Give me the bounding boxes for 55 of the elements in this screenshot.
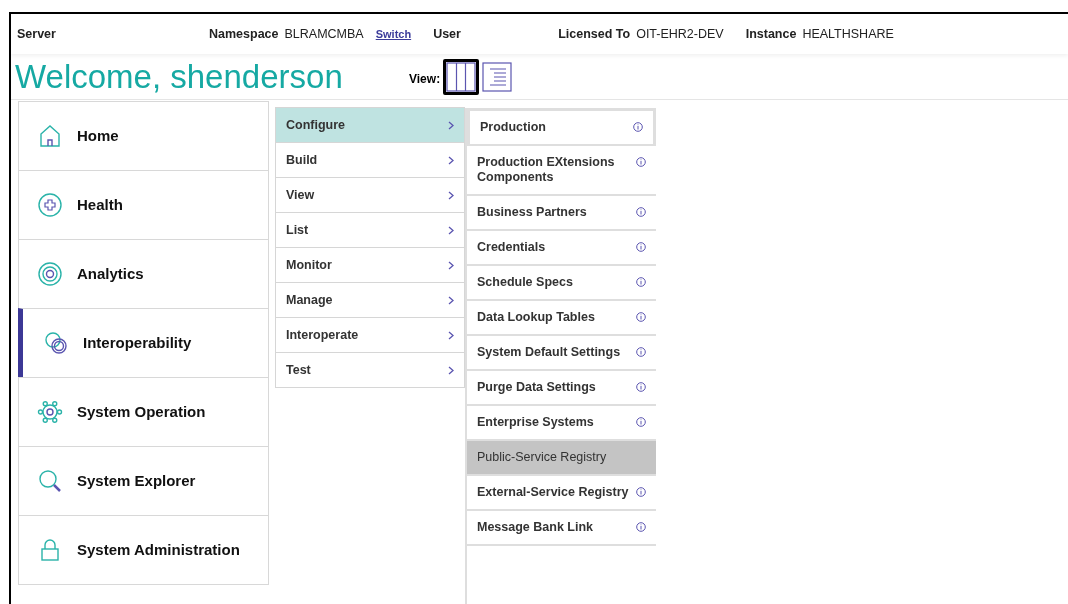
info-icon — [636, 157, 646, 167]
menu-item[interactable]: Interoperate — [275, 317, 465, 353]
plus-circle-icon — [37, 192, 63, 218]
info-icon — [633, 122, 643, 132]
sidebar-item[interactable]: Home — [18, 101, 269, 171]
info-icon — [636, 207, 646, 217]
info-icon — [636, 522, 646, 532]
menu-item[interactable]: Monitor — [275, 247, 465, 283]
menu-item[interactable]: Build — [275, 142, 465, 178]
field-label: Namespace — [209, 25, 279, 43]
view-toggle[interactable] — [443, 58, 480, 95]
field-label: Instance — [745, 25, 797, 43]
field-label: Licensed To — [558, 25, 631, 43]
sidebar-item[interactable]: Health — [18, 170, 269, 240]
info-icon — [636, 277, 646, 287]
welcome-title: Welcome, shenderson — [15, 56, 344, 97]
list-icon — [482, 61, 513, 92]
info-icon — [636, 312, 646, 322]
search-icon — [37, 468, 63, 494]
columns-icon — [446, 61, 477, 92]
menu-item[interactable]: List — [275, 212, 465, 248]
chevron-icon — [448, 295, 454, 305]
switch-link[interactable]: Switch — [375, 25, 412, 43]
chevron-icon — [448, 190, 454, 200]
sidebar-item[interactable]: Interoperability — [18, 308, 269, 378]
target-icon — [37, 261, 63, 287]
field-value: OIT-EHR2-DEV — [636, 25, 724, 43]
rings-icon — [43, 330, 69, 356]
field-value: BLRAMCMBA — [284, 25, 364, 43]
submenu-item[interactable]: Production — [467, 108, 656, 146]
chevron-icon — [448, 155, 454, 165]
info-icon — [636, 382, 646, 392]
sidebar-item[interactable]: Analytics — [18, 239, 269, 309]
sidebar-item[interactable]: System Administration — [18, 515, 269, 585]
info-icon — [636, 347, 646, 357]
info-icon — [636, 242, 646, 252]
sidebar-item[interactable]: System Explorer — [18, 446, 269, 516]
menu-item[interactable]: Test — [275, 352, 465, 388]
chevron-icon — [448, 260, 454, 270]
chevron-icon — [448, 365, 454, 375]
chevron-icon — [448, 120, 454, 130]
field-label: Server — [17, 25, 56, 43]
field-label: User — [433, 25, 461, 43]
menu-item[interactable]: Configure — [275, 107, 465, 143]
chevron-icon — [448, 330, 454, 340]
house-icon — [37, 123, 63, 149]
menu-item[interactable]: View — [275, 177, 465, 213]
sidebar-item[interactable]: System Operation — [18, 377, 269, 447]
chevron-icon — [448, 225, 454, 235]
info-icon — [636, 487, 646, 497]
field-value: HEALTHSHARE — [802, 25, 894, 43]
menu-item[interactable]: Manage — [275, 282, 465, 318]
info-icon — [636, 417, 646, 427]
view-label: View: — [409, 70, 441, 88]
gear-icon — [37, 399, 63, 425]
